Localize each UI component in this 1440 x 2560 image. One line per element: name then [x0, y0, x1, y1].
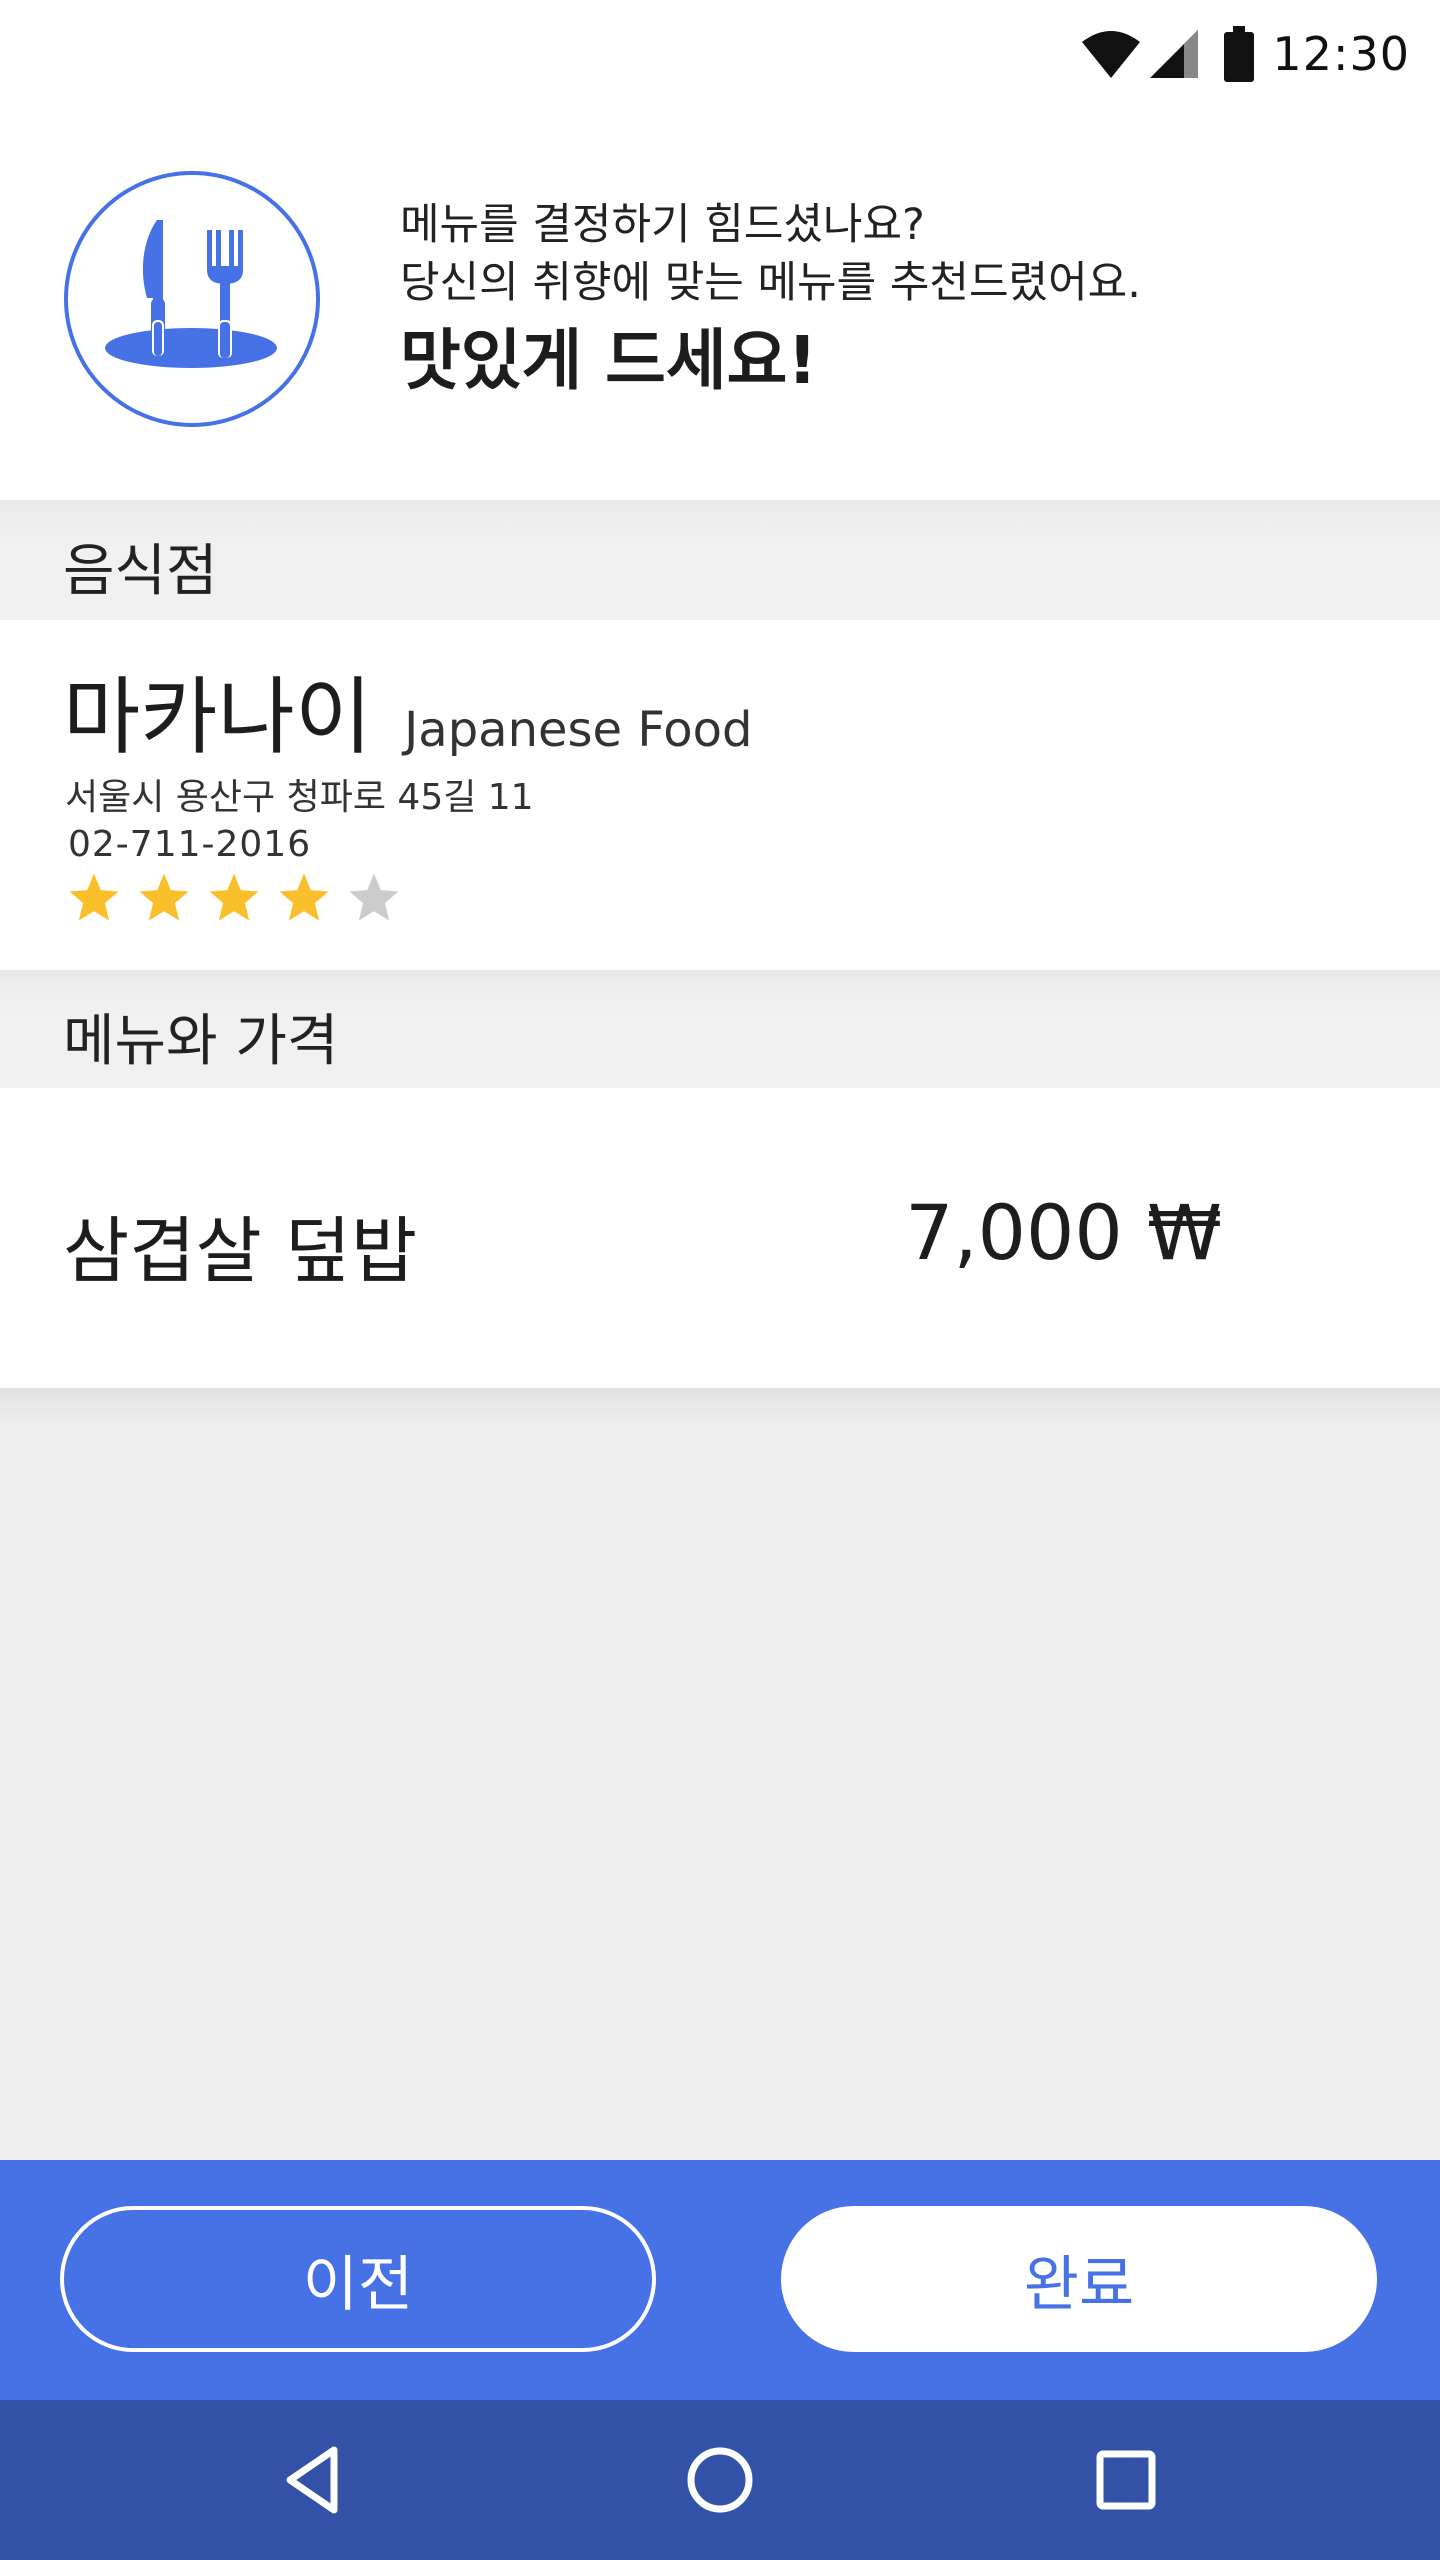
restaurant-category: Japanese Food — [404, 702, 753, 758]
action-bar: 이전 완료 — [0, 2160, 1440, 2400]
home-circle-icon[interactable] — [680, 2440, 760, 2520]
restaurant-section-title: 음식점 — [63, 539, 218, 604]
cell-signal-icon — [1150, 30, 1199, 78]
header-text: 메뉴를 결정하기 힘드셨나요? 당신의 취향에 맞는 메뉴를 추천드렸어요. 맛… — [400, 196, 1141, 406]
status-bar: 12:30 — [0, 0, 1440, 108]
menu-section-title: 메뉴와 가격 — [63, 1009, 339, 1074]
status-icons: 12:30 — [1080, 22, 1410, 86]
done-button[interactable]: 완료 — [781, 2206, 1377, 2352]
restaurant-phone: 02-711-2016 — [68, 824, 312, 865]
restaurant-address: 서울시 용산구 청파로 45길 11 — [65, 777, 534, 818]
star-filled-icon — [209, 873, 259, 921]
wifi-icon — [1082, 31, 1141, 78]
battery-icon — [1224, 26, 1255, 82]
star-filled-icon — [279, 873, 329, 921]
status-time: 12:30 — [1272, 27, 1410, 81]
header: 메뉴를 결정하기 힘드셨나요? 당신의 취향에 맞는 메뉴를 추천드렸어요. 맛… — [0, 108, 1440, 500]
back-triangle-icon[interactable] — [276, 2440, 356, 2520]
restaurant-name: 마카나이 — [63, 668, 373, 766]
restaurant-card: 마카나이 Japanese Food 서울시 용산구 청파로 45길 11 02… — [0, 620, 1440, 970]
restaurant-section-header: 음식점 — [0, 500, 1440, 620]
header-subtitle-1: 메뉴를 결정하기 힘드셨나요? — [400, 200, 925, 250]
recents-square-icon[interactable] — [1086, 2440, 1166, 2520]
menu-section-header: 메뉴와 가격 — [0, 970, 1440, 1088]
menu-card-shadow — [0, 1388, 1440, 1428]
menu-card: 삼겹살 덮밥 7,000 ₩ — [0, 1088, 1440, 1388]
menu-item-price: 7,000 ₩ — [905, 1188, 1222, 1277]
menu-item-name: 삼겹살 덮밥 — [63, 1209, 418, 1293]
prev-button[interactable]: 이전 — [60, 2206, 656, 2352]
star-filled-icon — [69, 873, 119, 921]
restaurant-name-row: 마카나이 Japanese Food — [63, 650, 752, 771]
star-rating — [66, 870, 416, 926]
star-empty-icon — [349, 873, 399, 921]
knife-fork-plate-icon — [64, 171, 320, 427]
star-filled-icon — [139, 873, 189, 921]
header-title: 맛있게 드세요! — [400, 322, 818, 399]
header-subtitle-2: 당신의 취향에 맞는 메뉴를 추천드렸어요. — [400, 258, 1141, 308]
system-nav-bar — [0, 2400, 1440, 2560]
